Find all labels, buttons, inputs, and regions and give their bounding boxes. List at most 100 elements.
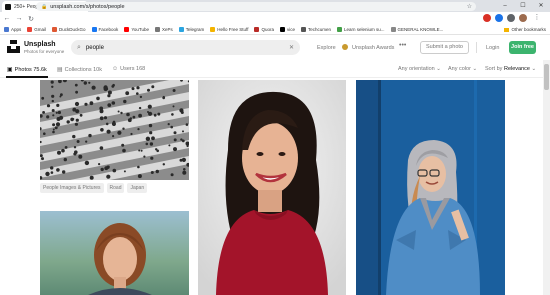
photo-woman-bob[interactable] bbox=[40, 211, 189, 295]
explore-link[interactable]: Explore bbox=[317, 45, 336, 51]
photo-tag[interactable]: Japan bbox=[127, 183, 148, 193]
sort-filter[interactable]: Sort by Relevance ⌄ bbox=[485, 66, 536, 72]
bookmark-label: Hello Free Stuff bbox=[217, 27, 249, 32]
bookmark-favicon-icon bbox=[178, 27, 184, 32]
search-value: people bbox=[85, 44, 104, 51]
url-text: unsplash.com/s/photos/people bbox=[50, 3, 125, 10]
bookmark-item[interactable]: Telegram bbox=[178, 27, 205, 32]
header-divider bbox=[476, 42, 477, 53]
brand-tagline: Photos for everyone bbox=[24, 49, 65, 54]
unsplash-awards-link[interactable]: Unsplash Awards bbox=[352, 45, 394, 51]
bookmark-label: Facebook bbox=[98, 27, 119, 32]
maximize-icon[interactable]: ☐ bbox=[518, 1, 528, 11]
bookmark-favicon-icon bbox=[301, 27, 306, 32]
bookmark-favicon-icon bbox=[254, 27, 260, 32]
orientation-filter[interactable]: Any orientation ⌄ bbox=[398, 66, 441, 72]
clear-search-icon[interactable]: ✕ bbox=[289, 44, 294, 51]
bookmark-favicon-icon bbox=[210, 27, 216, 32]
photo-tag[interactable]: People Images & Pictures bbox=[40, 183, 104, 193]
bookmark-item[interactable]: Gmail bbox=[27, 27, 46, 32]
join-free-button[interactable]: Join free bbox=[509, 41, 536, 54]
browser-toolbar: ← → ↻ bbox=[0, 12, 550, 25]
bookmark-label: Apps bbox=[11, 27, 22, 32]
other-bookmarks-label: Other bookmarks bbox=[511, 27, 546, 32]
bookmark-favicon-icon bbox=[279, 27, 285, 32]
bookmark-item[interactable]: XePs bbox=[155, 27, 173, 32]
bookmark-item[interactable]: Facebook bbox=[91, 27, 119, 32]
extension-icon[interactable] bbox=[507, 14, 515, 22]
bookmark-item[interactable]: DuckDuckGo bbox=[52, 27, 86, 32]
photo-tag[interactable]: Road bbox=[106, 183, 125, 193]
award-icon bbox=[342, 44, 348, 50]
bookmarks-bar: Apps Gmail DuckDuckGo Facebook YouTube XePs Te… bbox=[0, 25, 550, 35]
photo-tags: People Images & Pictures Road Japan bbox=[40, 183, 148, 193]
sort-prefix: Sort by bbox=[485, 66, 503, 72]
profile-avatar[interactable] bbox=[519, 14, 527, 22]
bookmark-item[interactable]: Hello Free Stuff bbox=[210, 27, 248, 32]
bookmark-label: Telegram bbox=[185, 27, 205, 32]
scrollbar-thumb[interactable] bbox=[544, 64, 549, 90]
bookmark-label: Techcumen bbox=[308, 27, 332, 32]
tab-users[interactable]: ☺ Users 168 bbox=[112, 66, 145, 72]
search-input[interactable]: ⌕ people ✕ bbox=[71, 40, 300, 55]
folder-icon bbox=[504, 27, 510, 32]
bookmark-item[interactable]: GENERAL KNOWLE... bbox=[390, 27, 444, 32]
bookmark-item[interactable]: YouTube bbox=[124, 27, 149, 32]
photo-crosswalk-crowd[interactable] bbox=[40, 80, 189, 180]
forward-icon[interactable]: → bbox=[14, 15, 24, 22]
back-icon[interactable]: ← bbox=[2, 15, 12, 22]
other-bookmarks[interactable]: Other bookmarks bbox=[504, 27, 546, 32]
tab-photos[interactable]: ▣ Photos 75.6k bbox=[7, 66, 47, 74]
bookmark-favicon-icon bbox=[337, 27, 343, 32]
page-scrollbar[interactable] bbox=[543, 60, 550, 295]
color-label: Any color bbox=[448, 66, 471, 72]
bookmark-label: GENERAL KNOWLE... bbox=[397, 27, 444, 32]
reload-icon[interactable]: ↻ bbox=[26, 15, 36, 23]
color-filter[interactable]: Any color ⌄ bbox=[448, 66, 477, 72]
bookmark-favicon-icon bbox=[390, 27, 396, 32]
bookmark-label: Learn selenium su... bbox=[344, 27, 385, 32]
photo-smiling-woman-red-top[interactable] bbox=[198, 80, 346, 295]
search-icon: ⌕ bbox=[77, 43, 81, 51]
bookmark-label: DuckDuckGo bbox=[59, 27, 86, 32]
unsplash-favicon-icon bbox=[5, 3, 11, 10]
browser-menu-icon[interactable]: ⋮ bbox=[533, 14, 541, 22]
tab-collections-label: Collections 10k bbox=[64, 66, 102, 73]
bookmark-label: vice bbox=[286, 27, 295, 32]
bookmark-item[interactable]: vice bbox=[279, 27, 295, 32]
bookmark-favicon-icon bbox=[52, 27, 58, 32]
bookmark-favicon-icon bbox=[27, 27, 33, 32]
login-link[interactable]: Login bbox=[486, 45, 499, 51]
bookmark-star-icon[interactable]: ☆ bbox=[467, 3, 472, 10]
collection-icon: ▤ bbox=[57, 67, 63, 73]
extension-icon[interactable] bbox=[483, 14, 491, 22]
address-bar[interactable]: 🔒 unsplash.com/s/photos/people ☆ bbox=[36, 2, 476, 11]
bookmark-item[interactable]: Techcumen bbox=[301, 27, 331, 32]
bookmark-label: Gmail bbox=[34, 27, 47, 32]
bookmark-favicon-icon bbox=[4, 27, 9, 32]
submit-photo-button[interactable]: Submit a photo bbox=[420, 41, 469, 54]
minimize-icon[interactable]: – bbox=[500, 1, 510, 11]
sort-value: Relevance bbox=[503, 66, 530, 72]
bookmark-item[interactable]: Quora bbox=[254, 27, 274, 32]
bookmark-favicon-icon bbox=[124, 27, 130, 32]
extension-icon[interactable] bbox=[495, 14, 503, 22]
lock-icon: 🔒 bbox=[41, 3, 48, 10]
user-icon: ☺ bbox=[112, 66, 119, 72]
more-options-icon[interactable]: ••• bbox=[399, 42, 406, 49]
bookmark-item[interactable]: Apps bbox=[4, 27, 21, 32]
photo-woman-denim-blue-wall[interactable] bbox=[356, 80, 505, 295]
bookmark-label: YouTube bbox=[131, 27, 149, 32]
bookmark-label: Quora bbox=[261, 27, 274, 32]
unsplash-logo[interactable] bbox=[7, 40, 20, 53]
tab-photos-label: Photos 75.6k bbox=[14, 66, 47, 73]
bookmark-label: XePs bbox=[162, 27, 173, 32]
tab-collections[interactable]: ▤ Collections 10k bbox=[57, 66, 102, 74]
window-close-icon[interactable]: ✕ bbox=[536, 1, 546, 11]
tab-users-label: Users 168 bbox=[120, 66, 146, 72]
bookmark-favicon-icon bbox=[91, 27, 97, 32]
bookmark-item[interactable]: Learn selenium su... bbox=[337, 27, 385, 32]
photo-icon: ▣ bbox=[7, 67, 13, 73]
orientation-label: Any orientation bbox=[398, 66, 435, 72]
active-tab-indicator bbox=[6, 76, 48, 78]
